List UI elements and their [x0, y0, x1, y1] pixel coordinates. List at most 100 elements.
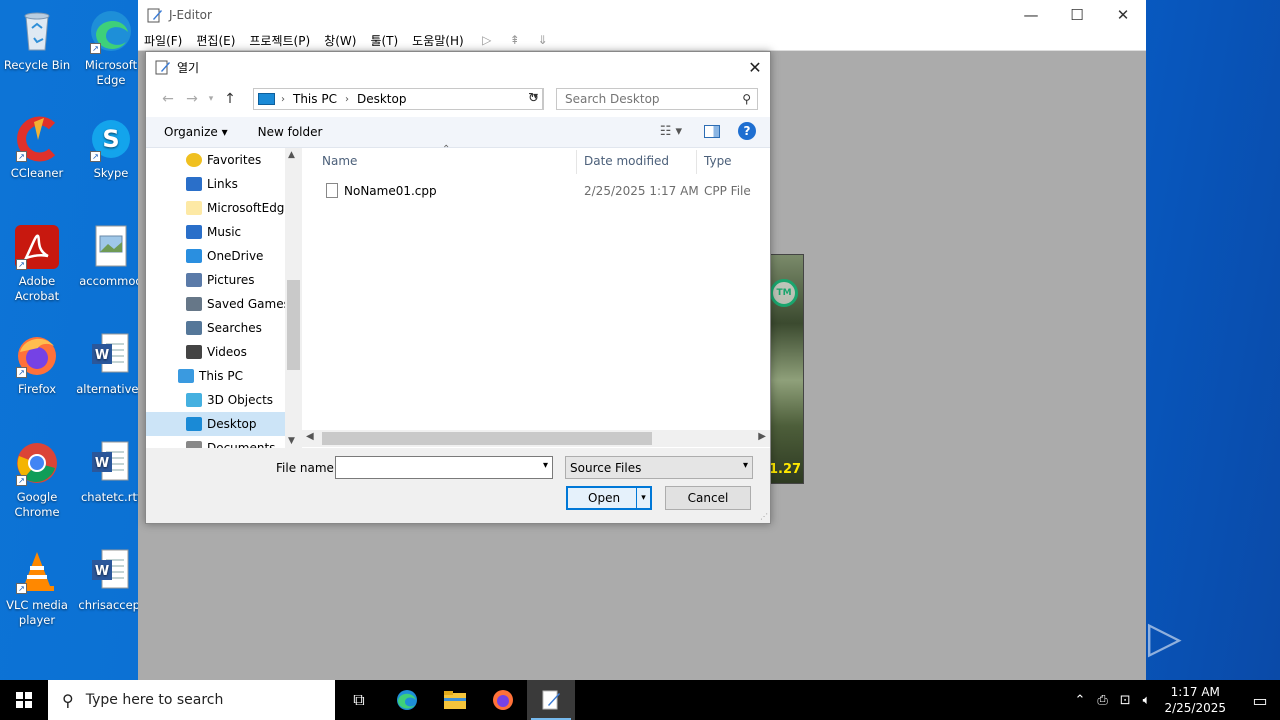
taskbar-edge[interactable] [383, 680, 431, 720]
tree-scrollbar[interactable]: ▲ ▼ [285, 148, 302, 448]
volume-icon[interactable]: 🔈︎ [1143, 693, 1151, 708]
refresh-button[interactable]: ↻ [524, 88, 544, 110]
resize-grip-icon[interactable]: ⋰ [760, 512, 768, 521]
tree-item-favorites[interactable]: Favorites [146, 148, 301, 172]
forward-arrow-icon[interactable]: → [180, 91, 204, 107]
open-split-dropdown-icon[interactable]: ▾ [636, 488, 650, 508]
minimize-button[interactable]: — [1008, 0, 1054, 30]
tree-scroll-thumb[interactable] [287, 280, 300, 370]
tree-item-desktop[interactable]: Desktop [146, 412, 301, 436]
tree-item-music[interactable]: Music [146, 220, 301, 244]
tree-item-saved-games[interactable]: Saved Games [146, 292, 301, 316]
scroll-right-icon[interactable]: ▶ [758, 431, 766, 442]
cancel-button[interactable]: Cancel [665, 486, 751, 510]
dialog-titlebar[interactable]: 열기 ✕ [146, 52, 770, 82]
desktop-icon-vlc[interactable]: ↗ VLC media player [0, 548, 74, 628]
organize-button[interactable]: Organize ▾ [164, 125, 228, 139]
file-name-combobox[interactable]: ▾ [335, 456, 553, 479]
scroll-left-icon[interactable]: ◀ [306, 431, 314, 442]
help-icon[interactable]: ? [738, 122, 756, 140]
menu-tools[interactable]: 툴(T) [370, 32, 398, 49]
tree-item-onedrive[interactable]: OneDrive [146, 244, 301, 268]
scroll-up-icon[interactable]: ▲ [288, 150, 295, 160]
notifications-icon[interactable]: ▭ [1240, 691, 1280, 710]
desktop-icon-recycle-bin[interactable]: Recycle Bin [0, 8, 74, 73]
menu-window[interactable]: 창(W) [324, 32, 356, 49]
desktop-icon-chatetc[interactable]: W chatetc.rtf [74, 440, 148, 505]
desktop-icon-acrobat[interactable]: ↗ Adobe Acrobat [0, 224, 74, 304]
list-scroll-thumb[interactable] [322, 432, 652, 445]
menu-help[interactable]: 도움말(H) [412, 32, 464, 49]
taskbar: ⚲ Type here to search ⧉ ⌃ ⎙ ⊡ 🔈︎ 1:17 AM… [0, 680, 1280, 720]
search-box[interactable]: ⚲ [556, 88, 758, 110]
tree-item-links[interactable]: Links [146, 172, 301, 196]
desktop-icon-accommod[interactable]: accommod [74, 224, 148, 289]
desktop-icon-skype[interactable]: S ↗ Skype [74, 116, 148, 181]
taskbar-file-explorer[interactable] [431, 680, 479, 720]
tree-item-3d-objects[interactable]: 3D Objects [146, 388, 301, 412]
file-type-select[interactable]: Source Files ▾ [565, 456, 753, 479]
file-name-input[interactable] [336, 457, 531, 478]
start-button[interactable] [0, 680, 48, 720]
view-options-icon[interactable]: ☷ ▾ [660, 124, 682, 139]
chevron-down-icon: ▾ [742, 460, 748, 471]
desktop-icon-label: chrisaccep. [78, 598, 144, 612]
tree-item-microsoftedge[interactable]: MicrosoftEdge [146, 196, 301, 220]
tree-item-this-pc[interactable]: This PC [146, 364, 301, 388]
menu-file[interactable]: 파일(F) [144, 32, 182, 49]
column-divider[interactable] [696, 150, 697, 174]
menu-project[interactable]: 프로젝트(P) [249, 32, 310, 49]
device-icon[interactable]: ⎙ [1097, 693, 1107, 708]
tree-item-documents[interactable]: Documents [146, 436, 301, 448]
breadcrumb-desktop[interactable]: Desktop [357, 92, 407, 106]
list-horizontal-scrollbar[interactable]: ◀ ▶ [302, 430, 770, 447]
network-icon[interactable]: ⊡ [1120, 693, 1131, 708]
tree-item-label: Favorites [207, 153, 262, 167]
editor-titlebar[interactable]: J-Editor — ☐ ✕ [138, 0, 1146, 30]
preview-pane-icon[interactable] [704, 125, 720, 138]
tree-item-videos[interactable]: Videos [146, 340, 301, 364]
firefox-icon: ↗ [14, 332, 60, 378]
cpp-file-icon [326, 183, 338, 198]
column-date-modified[interactable]: Date modified [584, 154, 669, 168]
splash-version: 1.27 [769, 462, 802, 477]
desktop-folder-icon [186, 417, 202, 431]
scroll-down-icon[interactable]: ▼ [288, 436, 295, 446]
shortcut-arrow-icon: ↗ [16, 367, 27, 378]
clock[interactable]: 1:17 AM 2/25/2025 [1164, 684, 1226, 716]
download-icon[interactable]: ⇓ [534, 31, 552, 49]
desktop-icon-edge[interactable]: ↗ Microsoft Edge [74, 8, 148, 88]
show-hidden-icons-icon[interactable]: ⌃ [1074, 693, 1085, 708]
task-view-button[interactable]: ⧉ [335, 680, 383, 720]
address-bar[interactable]: › This PC › Desktop ▾ [253, 88, 543, 110]
column-name[interactable]: Name [322, 154, 357, 168]
file-row[interactable]: NoName01.cpp 2/25/2025 1:17 AM CPP File [302, 180, 770, 202]
close-window-button[interactable]: ✕ [1100, 0, 1146, 30]
column-type[interactable]: Type [704, 154, 732, 168]
build-icon[interactable]: ⇞ [506, 31, 524, 49]
column-divider[interactable] [576, 150, 577, 174]
taskbar-search[interactable]: ⚲ Type here to search [48, 680, 335, 720]
menu-edit[interactable]: 편집(E) [196, 32, 235, 49]
open-button[interactable]: Open ▾ [566, 486, 652, 510]
desktop-icon-label: chatetc.rtf [80, 490, 141, 504]
tree-item-pictures[interactable]: Pictures [146, 268, 301, 292]
desktop-icon-chrome[interactable]: ↗ Google Chrome [0, 440, 74, 520]
desktop-icon-firefox[interactable]: ↗ Firefox [0, 332, 74, 397]
desktop-icon-chrisaccep[interactable]: W chrisaccep. [74, 548, 148, 613]
desktop-icon-ccleaner[interactable]: ↗ CCleaner [0, 116, 74, 181]
tree-item-searches[interactable]: Searches [146, 316, 301, 340]
taskbar-j-editor[interactable] [527, 680, 575, 720]
desktop-icon-alternativeu[interactable]: W alternativeu [74, 332, 148, 397]
recent-chevron-icon[interactable]: ▾ [204, 94, 218, 104]
up-arrow-icon[interactable]: ↑ [218, 91, 242, 107]
search-input[interactable] [557, 89, 727, 109]
breadcrumb-this-pc[interactable]: This PC [293, 92, 337, 106]
maximize-button[interactable]: ☐ [1054, 0, 1100, 30]
chevron-down-icon[interactable]: ▾ [543, 460, 548, 471]
dialog-close-button[interactable]: ✕ [740, 58, 770, 77]
new-folder-button[interactable]: New folder [258, 125, 323, 139]
back-arrow-icon[interactable]: ← [156, 91, 180, 107]
taskbar-firefox[interactable] [479, 680, 527, 720]
run-icon[interactable]: ▷ [478, 31, 496, 49]
